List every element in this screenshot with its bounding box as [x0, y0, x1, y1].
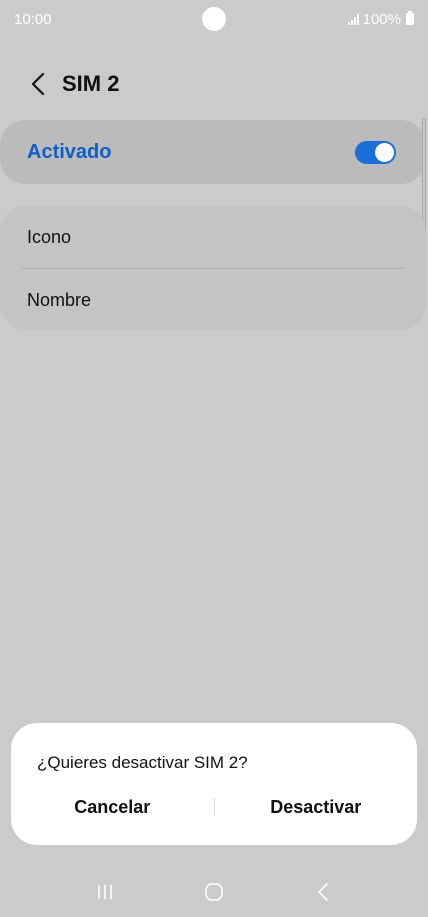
app-header: SIM 2	[0, 56, 428, 112]
switch-knob	[375, 142, 394, 162]
recent-apps-button[interactable]	[85, 872, 125, 912]
home-button[interactable]	[194, 872, 234, 912]
home-icon	[205, 883, 223, 901]
deactivate-dialog: ¿Quieres desactivar SIM 2? Cancelar Desa…	[11, 723, 417, 845]
list-item-icon[interactable]: Icono	[0, 206, 426, 268]
dialog-actions: Cancelar Desactivar	[11, 789, 417, 825]
battery-percent: 100%	[362, 10, 401, 28]
activated-toggle-row[interactable]: Activado	[0, 120, 426, 184]
battery-icon	[406, 11, 414, 25]
dialog-question: ¿Quieres desactivar SIM 2?	[37, 753, 248, 772]
chevron-left-icon	[31, 72, 45, 96]
sim-settings-list: Icono Nombre	[0, 206, 426, 330]
list-item-name[interactable]: Nombre	[0, 269, 426, 330]
activated-switch[interactable]	[355, 140, 396, 164]
navigation-bar	[0, 870, 428, 914]
activated-label: Activado	[27, 140, 112, 163]
list-item-label: Icono	[27, 226, 72, 247]
back-button[interactable]	[18, 64, 58, 104]
list-item-label: Nombre	[27, 289, 92, 310]
status-indicators: 100%	[347, 10, 414, 28]
page-title: SIM 2	[62, 71, 120, 96]
deactivate-button[interactable]: Desactivar	[215, 789, 418, 825]
front-camera-cutout	[202, 7, 226, 31]
signal-icon	[347, 13, 359, 25]
back-icon	[318, 883, 329, 901]
status-time: 10:00	[14, 10, 52, 28]
recent-apps-icon	[97, 885, 112, 899]
cancel-button[interactable]: Cancelar	[11, 789, 214, 825]
system-back-button[interactable]	[303, 872, 343, 912]
